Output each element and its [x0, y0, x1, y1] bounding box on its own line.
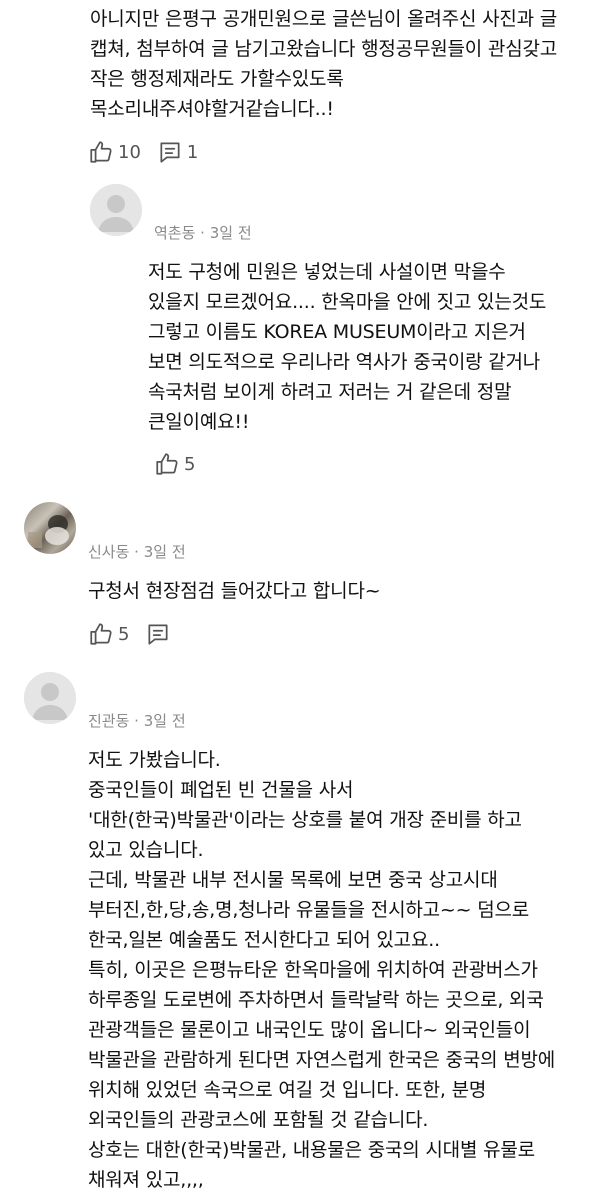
bottom-fade — [0, 1186, 598, 1196]
like-count: 10 — [118, 141, 141, 163]
thumbs-up-icon[interactable] — [154, 451, 180, 477]
avatar[interactable] — [24, 502, 76, 554]
comment-text: 아니지만 은평구 공개민원으로 글쓴님이 올려주신 사진과 글 캡쳐, 첨부하여… — [90, 8, 558, 120]
comment-author-meta: 역촌동 · 3일 전 — [154, 224, 252, 242]
comment-actions: 10 1 — [88, 138, 214, 166]
comment-text: 구청서 현장점검 들어갔다고 합니다~ — [88, 580, 381, 602]
user-photo-icon — [28, 515, 69, 548]
comment-author-meta: 신사동 · 3일 전 — [88, 543, 186, 561]
reply-icon[interactable] — [145, 621, 171, 647]
avatar[interactable] — [24, 672, 76, 724]
comment-actions: 5 — [154, 450, 211, 478]
thumbs-up-icon[interactable] — [88, 139, 114, 165]
like-count: 5 — [184, 453, 196, 475]
like-count: 5 — [118, 623, 130, 645]
reply-count: 1 — [186, 141, 199, 163]
default-avatar-icon — [90, 184, 142, 236]
avatar[interactable] — [90, 184, 142, 236]
comment-author-meta: 진관동 · 3일 전 — [88, 712, 186, 730]
reply-icon[interactable] — [157, 139, 183, 165]
comment-text: 저도 구청에 민원은 넣었는데 사설이면 막을수 있을지 모르겠어요.... 한… — [148, 261, 547, 433]
default-avatar-icon — [24, 672, 76, 724]
comment-text: 저도 가봤습니다. 중국인들이 폐업된 빈 건물을 사서 '대한(한국)박물관'… — [88, 749, 556, 1191]
comment-actions: 5 — [88, 620, 171, 648]
thumbs-up-icon[interactable] — [88, 621, 114, 647]
